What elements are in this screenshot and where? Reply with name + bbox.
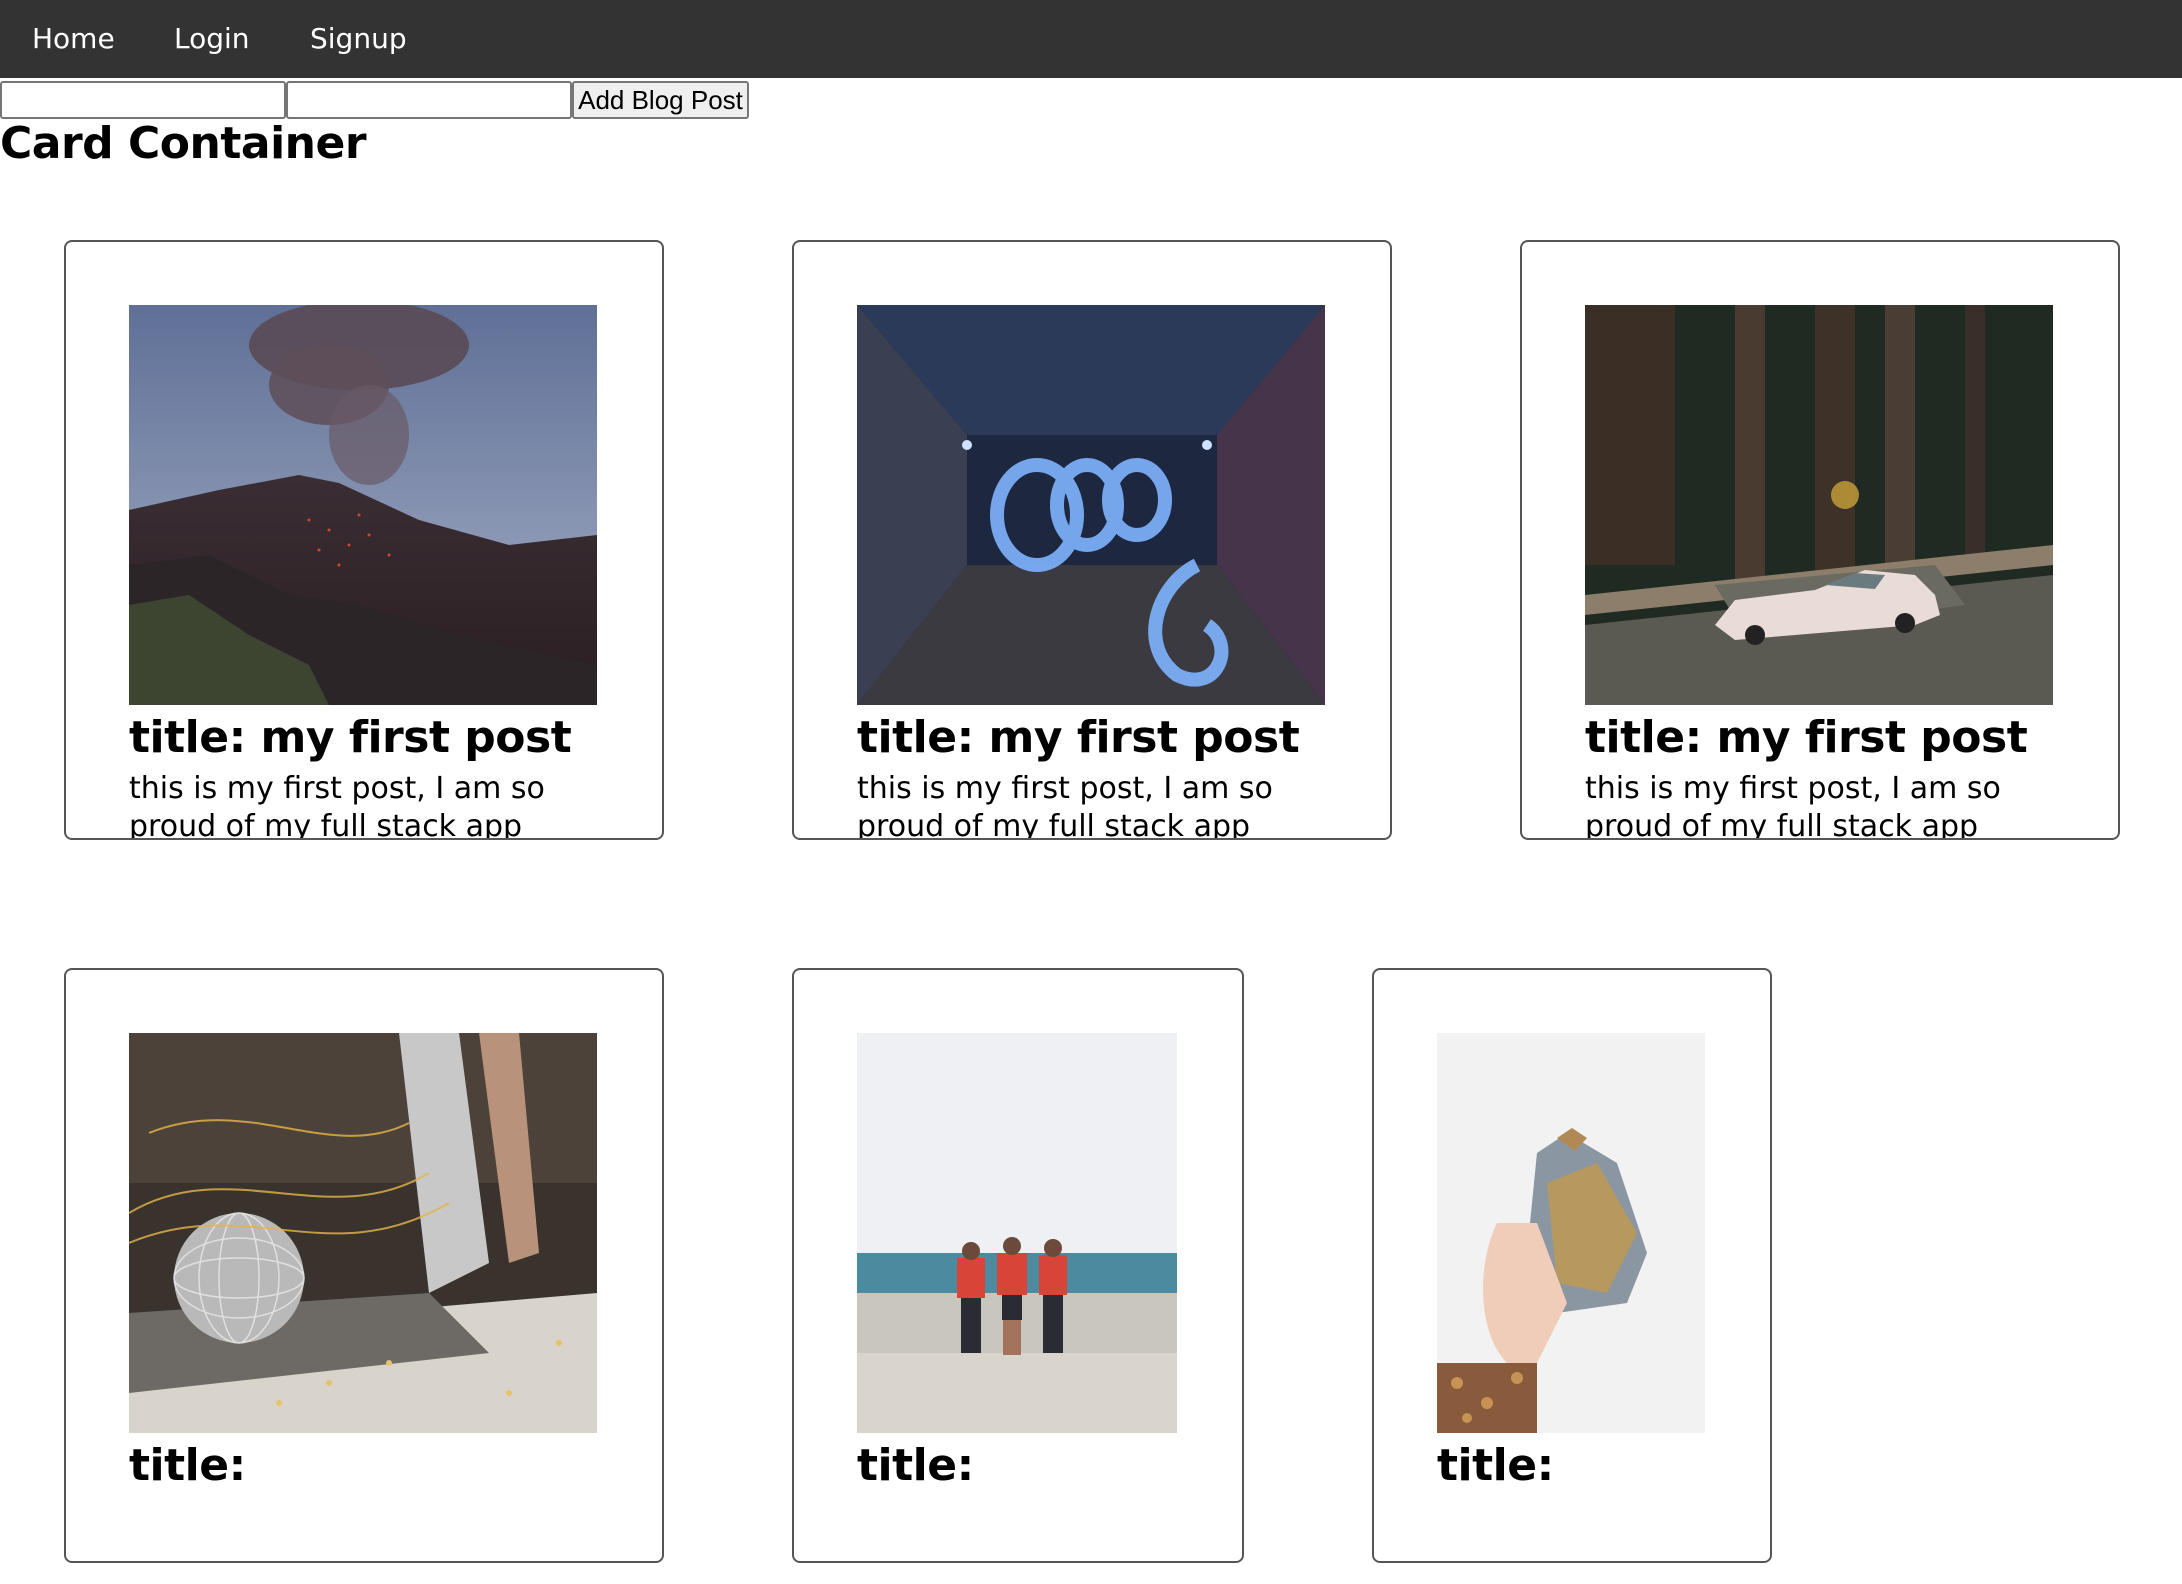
card-image bbox=[1585, 305, 2053, 705]
card-title: title: bbox=[857, 1440, 974, 1491]
card-image bbox=[857, 1033, 1177, 1433]
ceramic-vase-hand-photo bbox=[1437, 1033, 1705, 1433]
card-image bbox=[129, 1033, 597, 1433]
page-title: Card Container bbox=[0, 118, 367, 169]
nav-home-link[interactable]: Home bbox=[32, 0, 115, 78]
post-body-input[interactable] bbox=[286, 81, 572, 119]
light-painting-tunnel-photo bbox=[857, 305, 1325, 705]
post-title-input[interactable] bbox=[0, 81, 286, 119]
nav-signup-link[interactable]: Signup bbox=[310, 0, 407, 78]
card-body: this is my first post, I am so proud of … bbox=[1585, 771, 2001, 840]
blog-card: title: my first post this is my first po… bbox=[792, 240, 1392, 840]
card-title: title: bbox=[1437, 1440, 1554, 1491]
card-body: this is my first post, I am so proud of … bbox=[129, 771, 545, 840]
card-title: title: my first post bbox=[129, 712, 572, 763]
blog-card: title: bbox=[64, 968, 664, 1563]
navbar: Home Login Signup bbox=[0, 0, 2182, 78]
card-title: title: bbox=[129, 1440, 246, 1491]
card-image bbox=[857, 305, 1325, 705]
volcano-photo bbox=[129, 305, 597, 705]
three-men-seawall-photo bbox=[857, 1033, 1177, 1433]
disco-ball-party-photo bbox=[129, 1033, 597, 1433]
card-title: title: my first post bbox=[857, 712, 1300, 763]
card-image bbox=[1437, 1033, 1705, 1433]
white-car-forest-photo bbox=[1585, 305, 2053, 705]
nav-login-link[interactable]: Login bbox=[174, 0, 250, 78]
blog-card: title: my first post this is my first po… bbox=[64, 240, 664, 840]
card-image bbox=[129, 305, 597, 705]
blog-card: title: bbox=[792, 968, 1244, 1563]
card-body: this is my first post, I am so proud of … bbox=[857, 771, 1273, 840]
card-title: title: my first post bbox=[1585, 712, 2028, 763]
blog-card: title: my first post this is my first po… bbox=[1520, 240, 2120, 840]
add-blog-post-button[interactable]: Add Blog Post bbox=[572, 81, 749, 119]
blog-card: title: bbox=[1372, 968, 1772, 1563]
